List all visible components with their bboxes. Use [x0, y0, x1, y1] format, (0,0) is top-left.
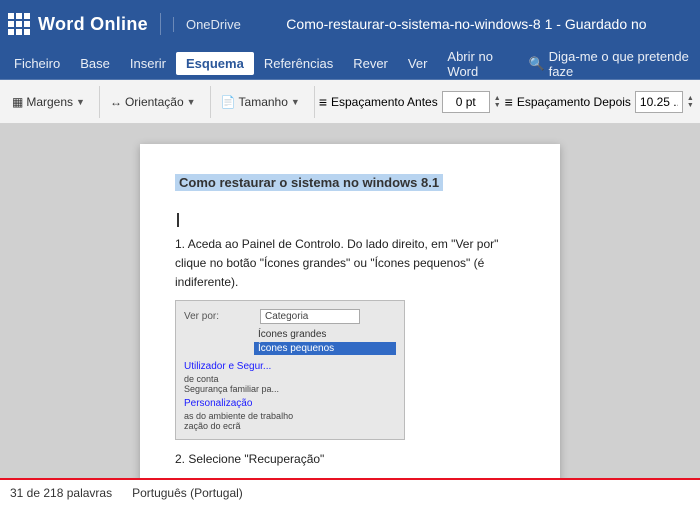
espaco-antes-label: Espaçamento Antes	[331, 95, 438, 109]
ribbon-group-margens: ▦ Margens ▼	[6, 86, 100, 118]
ribbon-group-tamanho: 📄 Tamanho ▼	[215, 86, 315, 118]
menu-inserir[interactable]: Inserir	[120, 52, 176, 75]
search-icon: 🔍	[528, 56, 544, 72]
grid-icon	[8, 13, 30, 35]
screenshot-section-utilizador: Utilizador e Segur...	[184, 361, 396, 372]
embedded-screenshot: Ver por: Categoria Ícones grandes Ícones…	[175, 300, 405, 440]
orientacao-icon: ↔	[110, 95, 122, 109]
orientacao-label: Orientação	[125, 95, 184, 109]
tamanho-button[interactable]: 📄 Tamanho ▼	[215, 92, 306, 112]
espaco-antes-down[interactable]: ▼	[494, 102, 501, 109]
menu-ficheiro[interactable]: Ficheiro	[4, 52, 70, 75]
document-page: Como restaurar o sistema no windows 8.1 …	[140, 144, 560, 478]
language-status[interactable]: Português (Portugal)	[132, 486, 243, 500]
tamanho-chevron-icon: ▼	[291, 97, 300, 107]
search-hint[interactable]: Diga-me o que pretende faze	[549, 49, 696, 79]
doc-title-block: Como restaurar o sistema no windows 8.1	[175, 174, 525, 201]
menu-base[interactable]: Base	[70, 52, 120, 75]
ribbon-group-orientacao: ↔ Orientação ▼	[104, 86, 211, 118]
list-text-1: Aceda ao Painel de Controlo. Do lado dir…	[175, 237, 498, 289]
screenshot-dropdown-categoria: Categoria	[260, 309, 360, 324]
screenshot-link-ecra: zação do ecrã	[184, 421, 396, 431]
list-number-2: 2.	[175, 452, 185, 466]
list-number-1: 1.	[175, 237, 185, 251]
ribbon: ▦ Margens ▼ ↔ Orientação ▼ 📄 Tamanho ▼ ≡…	[0, 80, 700, 124]
menu-abrir-word[interactable]: Abrir no Word	[437, 45, 528, 83]
menu-right: 🔍 Diga-me o que pretende faze	[528, 49, 696, 79]
margens-button[interactable]: ▦ Margens ▼	[6, 92, 91, 112]
screenshot-option-pequenos: Ícones pequenos	[254, 342, 396, 355]
screenshot-link-seguranca: Segurança familiar pa...	[184, 384, 396, 394]
espaco-depois-spinner[interactable]: ▲ ▼	[687, 95, 694, 109]
orientacao-button[interactable]: ↔ Orientação ▼	[104, 92, 202, 112]
text-cursor	[177, 213, 179, 227]
status-bar: 31 de 218 palavras Português (Portugal)	[0, 478, 700, 506]
menu-bar: Ficheiro Base Inserir Esquema Referência…	[0, 48, 700, 80]
app-name: Word Online	[38, 14, 148, 35]
screenshot-row-verPor: Ver por: Categoria	[184, 309, 396, 324]
espaco-depois-icon: ≡	[505, 94, 513, 110]
orientacao-chevron-icon: ▼	[187, 97, 196, 107]
ribbon-espaco-antes: ≡ Espaçamento Antes ▲ ▼	[319, 91, 501, 113]
screenshot-section-personalizacao: Personalização	[184, 398, 396, 409]
onedrive-label[interactable]: OneDrive	[173, 17, 241, 32]
espaco-depois-label: Espaçamento Depois	[517, 95, 631, 109]
screenshot-option-grandes: Ícones grandes	[254, 328, 396, 341]
paragraph-cursor	[175, 211, 525, 227]
screenshot-link-ambiente: as do ambiente de trabalho	[184, 411, 396, 421]
espaco-depois-down[interactable]: ▼	[687, 102, 694, 109]
document-title: Como-restaurar-o-sistema-no-windows-8 1 …	[241, 16, 692, 32]
word-count: 31 de 218 palavras	[10, 486, 112, 500]
margens-chevron-icon: ▼	[76, 97, 85, 107]
screenshot-label-verPor: Ver por:	[184, 311, 254, 322]
espaco-depois-up[interactable]: ▲	[687, 95, 694, 102]
espaco-depois-input[interactable]	[635, 91, 683, 113]
doc-heading: Como restaurar o sistema no windows 8.1	[175, 174, 443, 191]
screenshot-sections: Utilizador e Segur... de conta Segurança…	[184, 361, 396, 431]
list-text-2: Selecione "Recuperação"	[188, 452, 324, 466]
menu-rever[interactable]: Rever	[343, 52, 398, 75]
screenshot-options: Ícones grandes Ícones pequenos	[254, 328, 396, 355]
app-logo[interactable]: Word Online	[8, 13, 161, 35]
menu-esquema[interactable]: Esquema	[176, 52, 254, 75]
ribbon-espaco-depois: ≡ Espaçamento Depois ▲ ▼	[505, 91, 694, 113]
margens-label: Margens	[26, 95, 73, 109]
margens-icon: ▦	[12, 95, 23, 109]
espaco-antes-input[interactable]	[442, 91, 490, 113]
espaco-antes-icon: ≡	[319, 94, 327, 110]
doc-list-item-1: 1. Aceda ao Painel de Controlo. Do lado …	[175, 235, 525, 293]
espaco-antes-spinner[interactable]: ▲ ▼	[494, 95, 501, 109]
screenshot-personalizacao: Personalização as do ambiente de trabalh…	[184, 398, 396, 431]
title-bar: Word Online OneDrive Como-restaurar-o-si…	[0, 0, 700, 48]
doc-list-item-2: 2. Selecione "Recuperação"	[175, 450, 525, 469]
espaco-antes-up[interactable]: ▲	[494, 95, 501, 102]
screenshot-link-conta: de conta	[184, 374, 396, 384]
menu-referencias[interactable]: Referências	[254, 52, 343, 75]
menu-ver[interactable]: Ver	[398, 52, 438, 75]
tamanho-label: Tamanho	[239, 95, 288, 109]
tamanho-icon: 📄	[221, 95, 236, 109]
canvas-area: Como restaurar o sistema no windows 8.1 …	[0, 124, 700, 478]
